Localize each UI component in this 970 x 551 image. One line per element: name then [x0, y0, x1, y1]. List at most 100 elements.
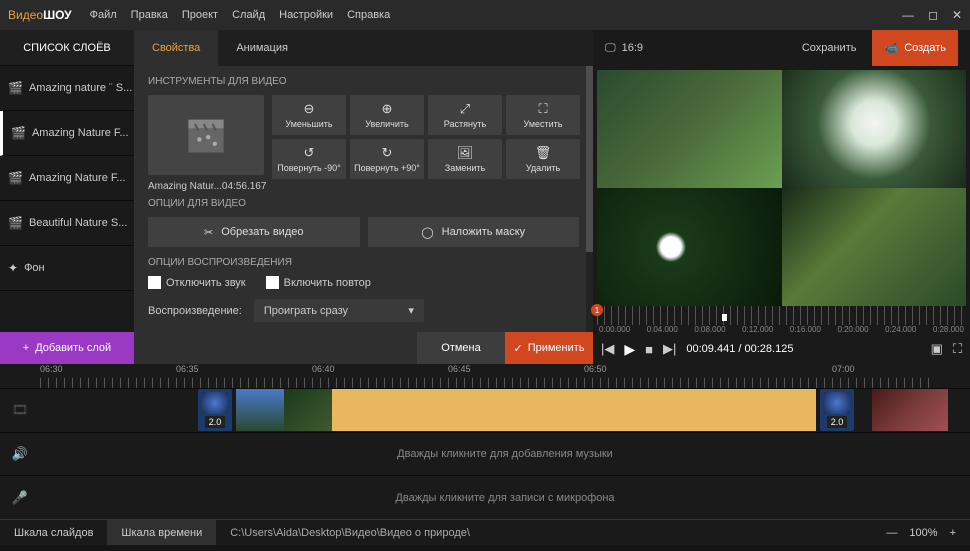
next-button[interactable]: ▶|: [663, 341, 676, 357]
timeline-ruler[interactable]: 06:3006:3506:4006:4506:5007:0007:05: [40, 364, 930, 388]
maximize-icon[interactable]: ◻: [928, 8, 938, 22]
zoom-in-button[interactable]: ⊕Увеличить: [350, 95, 424, 135]
menu-edit[interactable]: Правка: [131, 9, 168, 21]
rotate-left-icon: ↺: [304, 145, 315, 161]
app-title-b: ШОУ: [43, 8, 72, 22]
swirl-icon: [202, 392, 228, 414]
tab-time-scale[interactable]: Шкала времени: [107, 520, 216, 545]
zoom-level: 100%: [909, 527, 937, 539]
layers-panel: СПИСОК СЛОЁВ 🎬Amazing nature ¨ S... 🎬Ama…: [0, 30, 134, 364]
minimize-icon[interactable]: —: [902, 8, 914, 22]
timeline-clip-next[interactable]: [872, 389, 948, 431]
play-button[interactable]: ▶: [624, 341, 635, 358]
rotate-left-button[interactable]: ↺Повернуть -90°: [272, 139, 346, 179]
tab-properties[interactable]: Свойства: [134, 30, 218, 66]
aspect-ratio[interactable]: 🖵16:9: [605, 42, 643, 55]
tool-label: Удалить: [526, 163, 560, 173]
fx-icon: ✦: [8, 261, 18, 275]
cancel-button[interactable]: Отмена: [417, 332, 505, 364]
timeline-label: 06:40: [312, 364, 335, 374]
add-layer-button[interactable]: +Добавить слой: [0, 332, 134, 364]
stretch-button[interactable]: ⤢Растянуть: [428, 95, 502, 135]
film-icon: 🎬: [11, 126, 26, 140]
mask-button[interactable]: ◯Наложить маску: [368, 217, 580, 247]
layer-item-1[interactable]: 🎬 Amazing Nature F...: [0, 111, 134, 156]
speaker-icon: 🔊: [0, 446, 40, 462]
capture-button[interactable]: ▣: [931, 341, 943, 357]
zoom-out-button[interactable]: —: [886, 527, 897, 539]
swirl-icon: [824, 392, 850, 414]
ruler-playhead[interactable]: [722, 314, 727, 321]
layer-label: Amazing Nature F...: [32, 127, 129, 139]
loop-label: Включить повтор: [284, 277, 371, 289]
clapper-icon: [184, 113, 228, 157]
mute-checkbox[interactable]: Отключить звук: [148, 276, 246, 289]
menu-help[interactable]: Справка: [347, 9, 390, 21]
timeline-label: 06:50: [584, 364, 607, 374]
music-track[interactable]: 🔊 Дважды кликните для добавления музыки: [0, 432, 970, 476]
ruler-label: 0:16.000: [790, 325, 821, 334]
fullscreen-button[interactable]: ⛶: [953, 341, 962, 357]
statusbar: Шкала слайдов Шкала времени C:\Users\Aid…: [0, 519, 970, 545]
layer-item-2[interactable]: 🎬Amazing Nature F...: [0, 156, 134, 201]
aspect-label: 16:9: [622, 42, 643, 54]
scrollbar-thumb[interactable]: [586, 66, 593, 252]
preview-header: 🖵16:9 Сохранить 📹Создать: [593, 30, 970, 66]
delete-button[interactable]: 🗑Удалить: [506, 139, 580, 179]
preview-ruler[interactable]: 1 0:00.000 0:04.000 0:08.000 0:12.000 0:…: [597, 306, 966, 334]
menu-slide[interactable]: Слайд: [232, 9, 265, 21]
section-video-tools: ИНСТРУМЕНТЫ ДЛЯ ВИДЕО: [148, 76, 579, 87]
layer-item-3[interactable]: 🎬Beautiful Nature S...: [0, 201, 134, 246]
clip-duration: 04:56.167: [222, 181, 267, 192]
ruler-marker[interactable]: 1: [591, 304, 603, 316]
preview-area[interactable]: [597, 70, 966, 306]
tab-slides-scale[interactable]: Шкала слайдов: [0, 520, 107, 545]
ruler-label: 0:24.000: [885, 325, 916, 334]
create-button[interactable]: 📹Создать: [872, 30, 958, 66]
tab-animation[interactable]: Анимация: [218, 30, 306, 66]
clip-name: Amazing Natur...: [148, 181, 222, 192]
layer-item-0[interactable]: 🎬Amazing nature ¨ S...: [0, 66, 134, 111]
zoom-in-button[interactable]: +: [950, 527, 956, 539]
checkbox-icon: [266, 276, 279, 289]
save-button[interactable]: Сохранить: [794, 42, 865, 54]
action-bar: Отмена ✓Применить: [134, 332, 593, 364]
zoom-out-button[interactable]: ⊖Уменьшить: [272, 95, 346, 135]
stop-button[interactable]: ■: [645, 342, 653, 357]
layer-item-bg[interactable]: ✦Фон: [0, 246, 134, 291]
close-icon[interactable]: ✕: [952, 8, 962, 22]
fit-button[interactable]: ⛶Уместить: [506, 95, 580, 135]
prev-button[interactable]: |◀: [601, 341, 614, 357]
ruler-label: 0:08.000: [694, 325, 725, 334]
timeline-label: 06:45: [448, 364, 471, 374]
apply-button[interactable]: ✓Применить: [505, 332, 593, 364]
film-icon: 🎬: [8, 81, 23, 95]
clip-thumbnail[interactable]: [148, 95, 264, 175]
checkbox-icon: [148, 276, 161, 289]
transition-in[interactable]: 2.0: [198, 389, 232, 431]
transition-out[interactable]: 2.0: [820, 389, 854, 431]
film-icon: 🎬: [8, 171, 23, 185]
crop-video-button[interactable]: ✂Обрезать видео: [148, 217, 360, 247]
panel-scrollbar[interactable]: [586, 66, 593, 332]
check-icon: ✓: [513, 342, 522, 355]
image-icon: 🖼: [457, 145, 474, 161]
rotate-right-icon: ↻: [382, 145, 393, 161]
menu-project[interactable]: Проект: [182, 9, 218, 21]
section-video-options: ОПЦИИ ДЛЯ ВИДЕО: [148, 198, 579, 209]
preview-panel: 🖵16:9 Сохранить 📹Создать 1 0:00.000 0:04…: [593, 30, 970, 364]
preview-quadrant-4: [782, 188, 967, 306]
menu-file[interactable]: Файл: [90, 9, 117, 21]
mic-track[interactable]: 🎤 Дважды кликните для записи с микрофона: [0, 475, 970, 519]
app-title-a: Видео: [8, 8, 43, 22]
replace-button[interactable]: 🖼Заменить: [428, 139, 502, 179]
tool-label: Увеличить: [365, 119, 408, 129]
video-track[interactable]: 🎞 2.0 2.0: [0, 388, 970, 432]
playback-select[interactable]: Проиграть сразу▾: [254, 299, 424, 322]
menu-settings[interactable]: Настройки: [279, 9, 333, 21]
loop-checkbox[interactable]: Включить повтор: [266, 276, 371, 289]
clip-thumb-1: [236, 389, 284, 431]
panel-tabs: Свойства Анимация: [134, 30, 593, 66]
timeline-clip[interactable]: [236, 389, 816, 431]
rotate-right-button[interactable]: ↻Повернуть +90°: [350, 139, 424, 179]
